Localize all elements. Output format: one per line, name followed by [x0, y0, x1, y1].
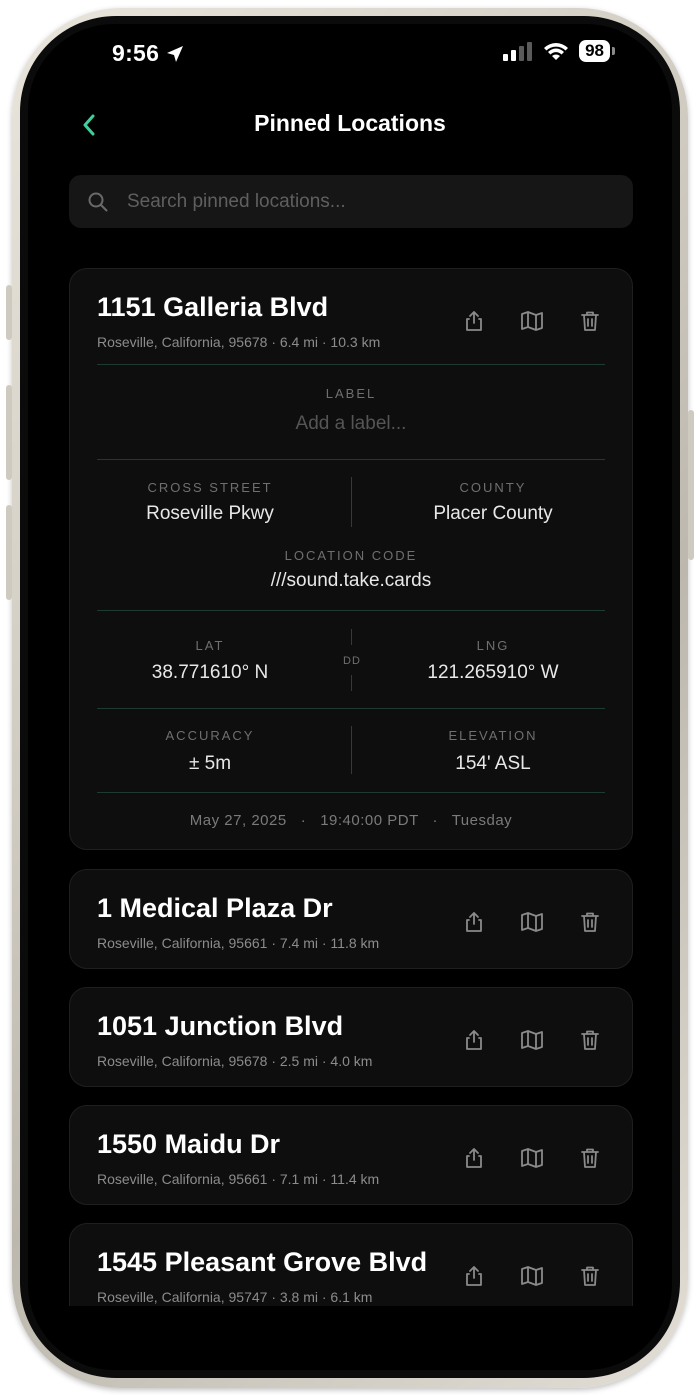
lat-value: 38.771610° N	[151, 662, 269, 683]
delete-button[interactable]	[578, 1146, 602, 1170]
screen: 9:56 98 Pinned Locations Search pinned l…	[28, 24, 672, 1370]
search-input[interactable]	[127, 190, 633, 213]
label-input[interactable]: Add a label...	[70, 413, 632, 435]
lng-caption: LNG	[476, 638, 510, 653]
divider	[97, 459, 605, 460]
map-icon	[521, 1148, 543, 1168]
location-title: 1051 Junction Blvd	[97, 1011, 344, 1041]
location-subtitle: Roseville, California, 95661 · 7.1 mi · …	[97, 1171, 380, 1187]
share-button[interactable]	[462, 309, 486, 333]
trash-icon	[581, 1266, 599, 1286]
map-icon	[521, 311, 543, 331]
lng-value: 121.265910° W	[427, 662, 559, 683]
map-icon	[521, 912, 543, 932]
divider	[97, 708, 605, 709]
accuracy-value: ± 5m	[188, 753, 232, 774]
map-button[interactable]	[520, 1264, 544, 1288]
location-subtitle: Roseville, California, 95661 · 7.4 mi · …	[97, 935, 380, 951]
cross-street-value: Roseville Pkwy	[146, 503, 274, 524]
map-icon	[521, 1030, 543, 1050]
trash-icon	[581, 912, 599, 932]
wifi-icon	[544, 43, 569, 60]
card-actions	[462, 910, 602, 934]
location-title: 1 Medical Plaza Dr	[97, 893, 333, 923]
share-icon	[466, 1148, 482, 1168]
trash-icon	[581, 1030, 599, 1050]
county-caption: COUNTY	[459, 480, 527, 495]
share-button[interactable]	[462, 1264, 486, 1288]
share-button[interactable]	[462, 910, 486, 934]
delete-button[interactable]	[578, 910, 602, 934]
divider	[97, 610, 605, 611]
map-button[interactable]	[520, 309, 544, 333]
location-title: 1550 Maidu Dr	[97, 1129, 281, 1159]
county-value: Placer County	[433, 503, 553, 524]
location-code-caption: LOCATION CODE	[284, 548, 418, 563]
pinned-date: May 27, 2025 · 19:40:00 PDT · Tuesday	[189, 812, 513, 829]
card-actions	[462, 1028, 602, 1052]
power-button	[688, 410, 694, 560]
map-icon	[521, 1266, 543, 1286]
share-icon	[466, 311, 482, 331]
delete-button[interactable]	[578, 309, 602, 333]
elevation-caption: ELEVATION	[448, 728, 538, 743]
cellular-signal-icon	[503, 42, 533, 61]
map-button[interactable]	[520, 1146, 544, 1170]
status-icons: 98	[503, 40, 615, 62]
status-time-text: 9:56	[112, 40, 160, 66]
delete-button[interactable]	[578, 1028, 602, 1052]
location-subtitle: Roseville, California, 95678 · 2.5 mi · …	[97, 1053, 373, 1069]
map-button[interactable]	[520, 1028, 544, 1052]
location-subtitle: Roseville, California, 95747 · 3.8 mi · …	[97, 1289, 373, 1305]
divider	[97, 792, 605, 793]
divider	[97, 364, 605, 365]
location-card-expanded[interactable]: 1151 Galleria Blvd Roseville, California…	[69, 268, 633, 850]
trash-icon	[581, 1148, 599, 1168]
share-button[interactable]	[462, 1146, 486, 1170]
trash-icon	[581, 311, 599, 331]
location-card[interactable]: 1 Medical Plaza Dr Roseville, California…	[69, 869, 633, 969]
share-icon	[466, 1266, 482, 1286]
location-card[interactable]: 1051 Junction Blvd Roseville, California…	[69, 987, 633, 1087]
location-subtitle: Roseville, California, 95678 · 6.4 mi · …	[97, 334, 381, 350]
battery-indicator: 98	[579, 40, 615, 62]
volume-up-button	[6, 385, 12, 480]
location-card[interactable]: 1550 Maidu Dr Roseville, California, 956…	[69, 1105, 633, 1205]
lat-caption: LAT	[195, 638, 225, 653]
card-actions	[462, 1264, 602, 1288]
search-bar[interactable]	[69, 175, 633, 228]
list-bottom-mask	[28, 1306, 672, 1370]
share-icon	[466, 1030, 482, 1050]
elevation-value: 154' ASL	[455, 753, 531, 774]
label-caption: LABEL	[325, 386, 377, 401]
share-icon	[466, 912, 482, 932]
location-title: 1545 Pleasant Grove Blvd	[97, 1247, 428, 1277]
search-icon	[88, 192, 108, 211]
card-actions	[462, 309, 602, 333]
page-title: Pinned Locations	[254, 110, 446, 136]
cross-street-caption: CROSS STREET	[147, 480, 273, 495]
volume-down-button	[6, 505, 12, 600]
status-time: 9:56	[112, 40, 185, 67]
card-actions	[462, 1146, 602, 1170]
delete-button[interactable]	[578, 1264, 602, 1288]
location-code-value: ///sound.take.cards	[270, 570, 432, 591]
share-button[interactable]	[462, 1028, 486, 1052]
location-title: 1151 Galleria Blvd	[97, 292, 329, 322]
action-button	[6, 285, 12, 340]
accuracy-caption: ACCURACY	[165, 728, 255, 743]
map-button[interactable]	[520, 910, 544, 934]
location-arrow-icon	[167, 45, 184, 62]
